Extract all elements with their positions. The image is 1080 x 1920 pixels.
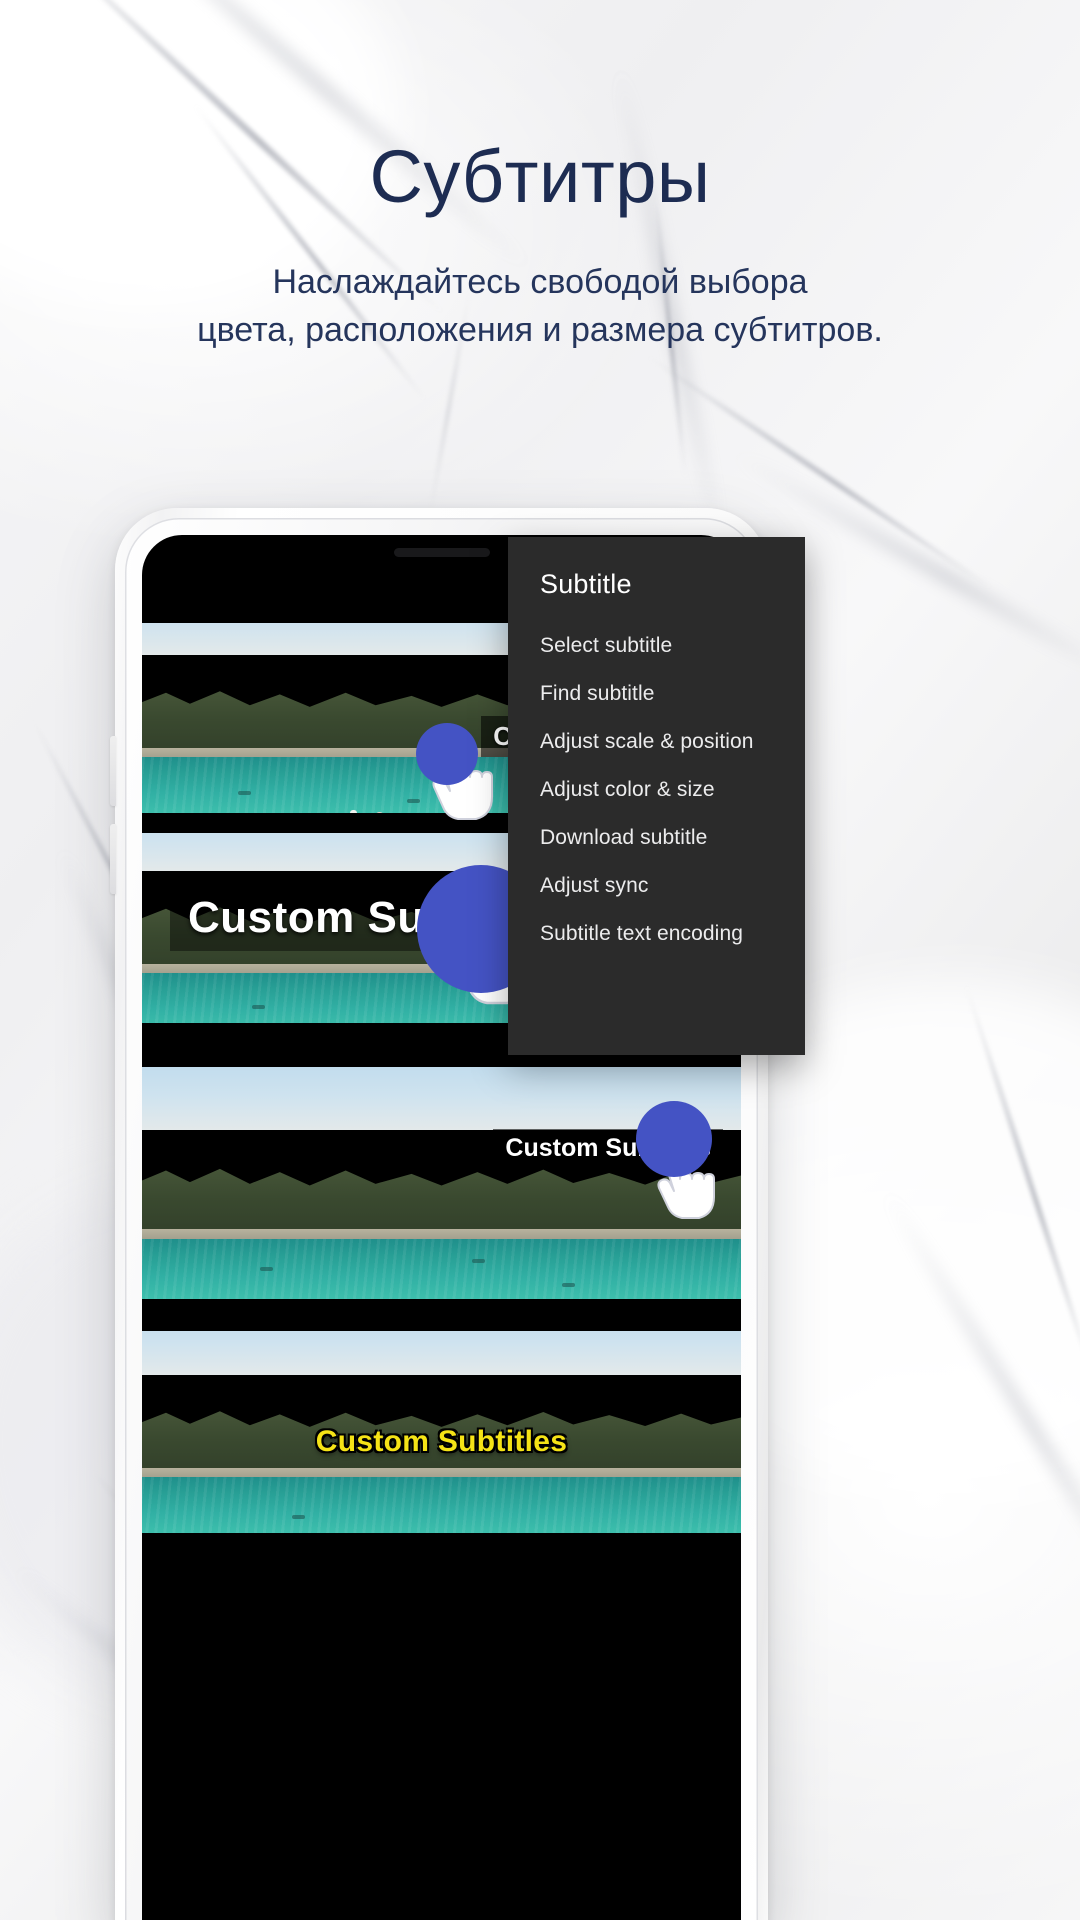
speaker-grille-icon (393, 548, 490, 557)
subtitle-caption: Custom Subtitles (315, 1425, 568, 1458)
cursor-move (626, 1101, 741, 1221)
menu-item-adjust-color-size[interactable]: Adjust color & size (508, 766, 805, 814)
cursor-halo (636, 1101, 712, 1177)
volume-down-button[interactable] (110, 824, 116, 894)
cursor-tap (410, 723, 520, 833)
page-subtitle: Наслаждайтесь свободой выбора цвета, рас… (0, 258, 1080, 355)
menu-item-adjust-scale-position[interactable]: Adjust scale & position (508, 718, 805, 766)
distant-boat (260, 1267, 273, 1271)
distant-boat (472, 1259, 485, 1263)
menu-item-select-subtitle[interactable]: Select subtitle (508, 622, 805, 670)
lake-water (142, 1239, 741, 1299)
page-title: Субтитры (369, 135, 711, 218)
page-subtitle-line-1: Наслаждайтесь свободой выбора (272, 263, 808, 301)
menu-item-find-subtitle[interactable]: Find subtitle (508, 670, 805, 718)
distant-boat (252, 1005, 265, 1009)
header: Субтитры Наслаждайтесь свободой выбора ц… (0, 0, 1080, 355)
subtitle-menu-panel[interactable]: Subtitle Select subtitle Find subtitle A… (508, 537, 805, 1055)
menu-title: Subtitle (540, 569, 632, 599)
distant-boat (562, 1283, 575, 1287)
distant-boat (238, 791, 251, 795)
video-frame[interactable]: Custom Subtitles (142, 1331, 741, 1533)
distant-boat (292, 1515, 305, 1519)
volume-up-button[interactable] (110, 736, 116, 806)
lake-water (142, 1477, 741, 1533)
menu-item-subtitle-text-encoding[interactable]: Subtitle text encoding (508, 910, 805, 958)
menu-list: Select subtitle Find subtitle Adjust sca… (508, 622, 805, 958)
menu-item-download-subtitle[interactable]: Download subtitle (508, 814, 805, 862)
cursor-halo (416, 723, 478, 785)
page-subtitle-line-2: цвета, расположения и размера субтитров. (197, 311, 883, 350)
menu-item-adjust-sync[interactable]: Adjust sync (508, 862, 805, 910)
